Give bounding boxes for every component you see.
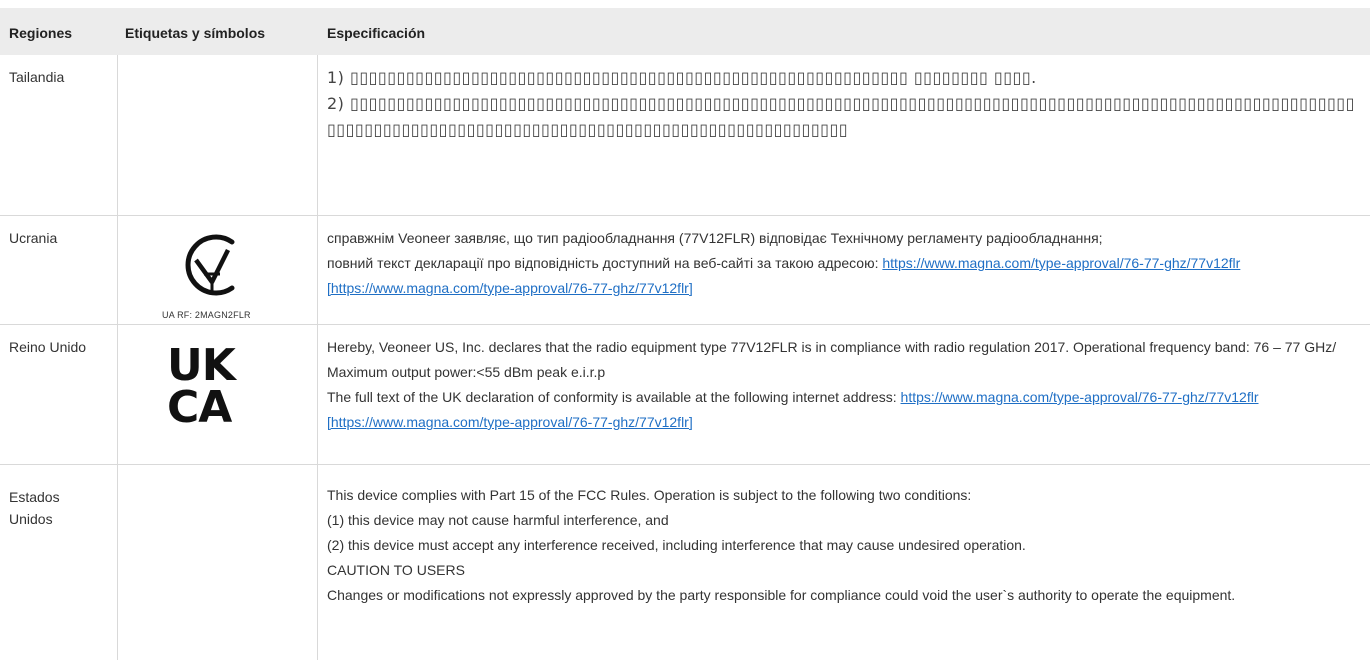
spec-line: This device complies with Part 15 of the… [327,487,972,503]
spec-line: справжнім Veoneer заявляє, що тип радіоо… [327,230,1103,246]
spec-line: (2) this device must accept any interfer… [327,537,1026,553]
header-specification: Especificación [327,25,426,41]
region-name: Ucrania [9,230,58,246]
header-labels-symbols: Etiquetas y símbolos [125,25,266,41]
ukraine-conformity-mark: UA RF: 2MAGN2FLR [150,228,280,320]
spec-line: The full text of the UK declaration of c… [327,385,1357,435]
region-name: Reino Unido [9,339,87,355]
ukca-bottom: CA [167,382,232,433]
spec-line-text: The full text of the UK declaration of c… [327,389,901,405]
spec-line-text: повний текст декларації про відповідніст… [327,255,883,271]
spec-text: This device complies with Part 15 of the… [327,483,1357,608]
spec-text: справжнім Veoneer заявляє, що тип радіоо… [327,226,1357,301]
spec-line: повний текст декларації про відповідніст… [327,251,1357,301]
logo-caption: UA RF: 2MAGN2FLR [162,310,251,320]
table-row: Estados Unidos This device complies with… [0,465,1370,660]
table-row: Reino Unido UK CA Hereby, Veoneer US, In… [0,325,1370,464]
spec-line: 2) ▯▯▯▯▯▯▯▯▯▯▯▯▯▯▯▯▯▯▯▯▯▯▯▯▯▯▯▯▯▯▯▯▯▯▯▯▯… [327,94,1355,139]
spec-line: Changes or modifications not expressly a… [327,587,1236,603]
ukca-top: UK [167,340,236,391]
table-row: Ucrania UA RF: 2MAGN2FLR справжнім Veone… [0,216,1370,324]
spec-text: Hereby, Veoneer US, Inc. declares that t… [327,335,1357,435]
region-name: Estados Unidos [9,489,60,527]
spec-line: 1) ▯▯▯▯▯▯▯▯▯▯▯▯▯▯▯▯▯▯▯▯▯▯▯▯▯▯▯▯▯▯▯▯▯▯▯▯▯… [327,68,1037,87]
table-header: Regiones Etiquetas y símbolos Especifica… [0,8,1370,55]
region-name: Tailandia [9,69,65,85]
spec-text: 1) ▯▯▯▯▯▯▯▯▯▯▯▯▯▯▯▯▯▯▯▯▯▯▯▯▯▯▯▯▯▯▯▯▯▯▯▯▯… [327,65,1357,143]
ukraine-mark-icon [185,234,235,296]
spec-line: CAUTION TO USERS [327,562,465,578]
spec-line: (1) this device may not cause harmful in… [327,512,669,528]
ukca-mark: UK CA [167,340,239,435]
table-row: Tailandia 1) ▯▯▯▯▯▯▯▯▯▯▯▯▯▯▯▯▯▯▯▯▯▯▯▯▯▯▯… [0,55,1370,215]
header-regions: Regiones [9,25,73,41]
spec-line: Hereby, Veoneer US, Inc. declares that t… [327,339,1337,380]
